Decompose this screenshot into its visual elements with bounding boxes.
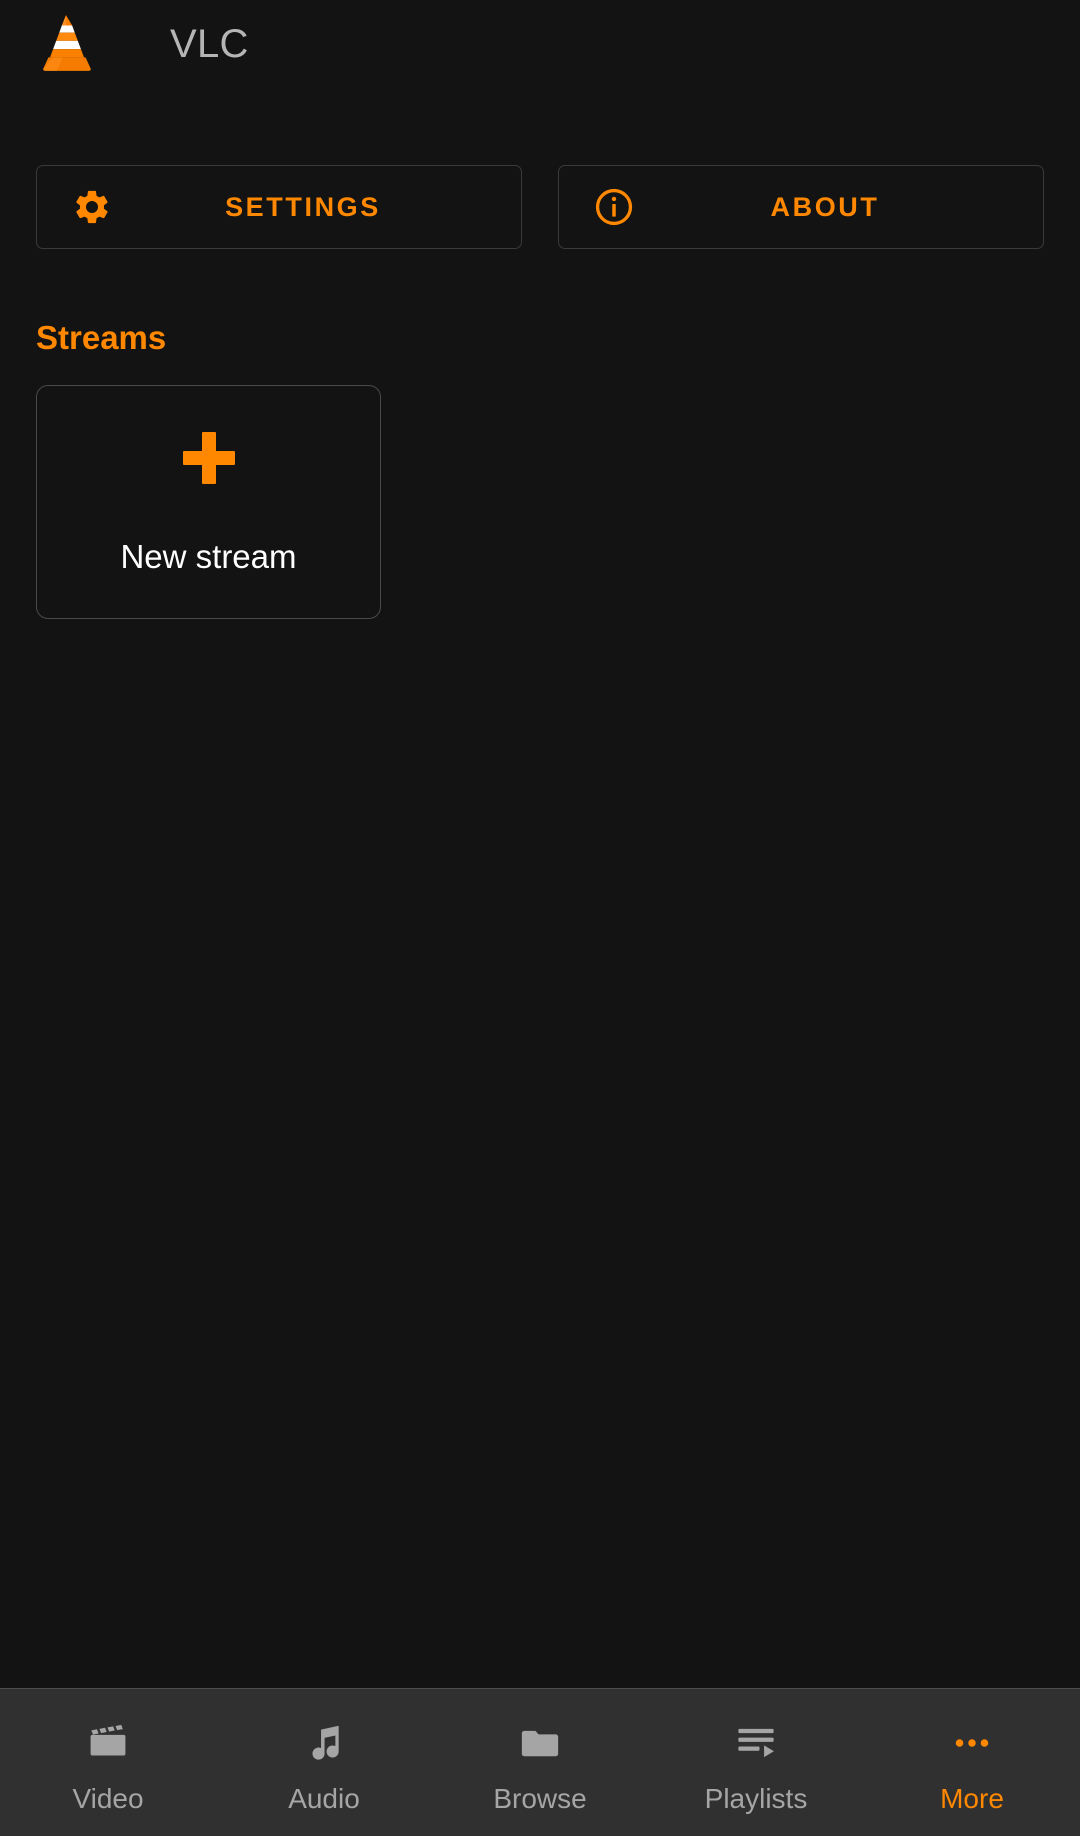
nav-item-more[interactable]: More [864, 1689, 1080, 1836]
nav-item-video[interactable]: Video [0, 1689, 216, 1836]
about-button-label: ABOUT [770, 191, 880, 222]
music-note-icon [300, 1719, 348, 1767]
nav-label-browse: Browse [493, 1783, 587, 1814]
settings-button[interactable]: SETTINGS [36, 165, 522, 249]
settings-button-label: SETTINGS [225, 191, 381, 222]
playlist-play-icon [732, 1719, 780, 1767]
streams-section-title: Streams [36, 319, 167, 356]
new-stream-label: New stream [120, 537, 297, 575]
streams-grid: New stream [36, 385, 1080, 619]
nav-label-video: Video [72, 1783, 144, 1814]
vlc-cone-icon [43, 15, 91, 71]
nav-label-audio: Audio [288, 1783, 360, 1814]
quick-actions-row: SETTINGS ABOUT [0, 165, 1080, 249]
folder-icon [516, 1719, 564, 1767]
new-stream-card[interactable]: New stream [36, 385, 381, 619]
plus-icon [182, 431, 235, 484]
nav-item-browse[interactable]: Browse [432, 1689, 648, 1836]
app-header: VLC [0, 0, 1080, 88]
app-title: VLC [170, 22, 249, 66]
nav-label-playlists: Playlists [704, 1783, 808, 1814]
bottom-navigation-bar: Video Audio Browse Playlists More [0, 1688, 1080, 1836]
gear-icon [65, 180, 119, 234]
about-button[interactable]: ABOUT [558, 165, 1044, 249]
nav-item-playlists[interactable]: Playlists [648, 1689, 864, 1836]
movie-clapper-icon [84, 1719, 132, 1767]
more-dots-icon [948, 1719, 996, 1767]
nav-item-audio[interactable]: Audio [216, 1689, 432, 1836]
nav-label-more: More [940, 1783, 1004, 1814]
info-circle-icon [587, 180, 641, 234]
